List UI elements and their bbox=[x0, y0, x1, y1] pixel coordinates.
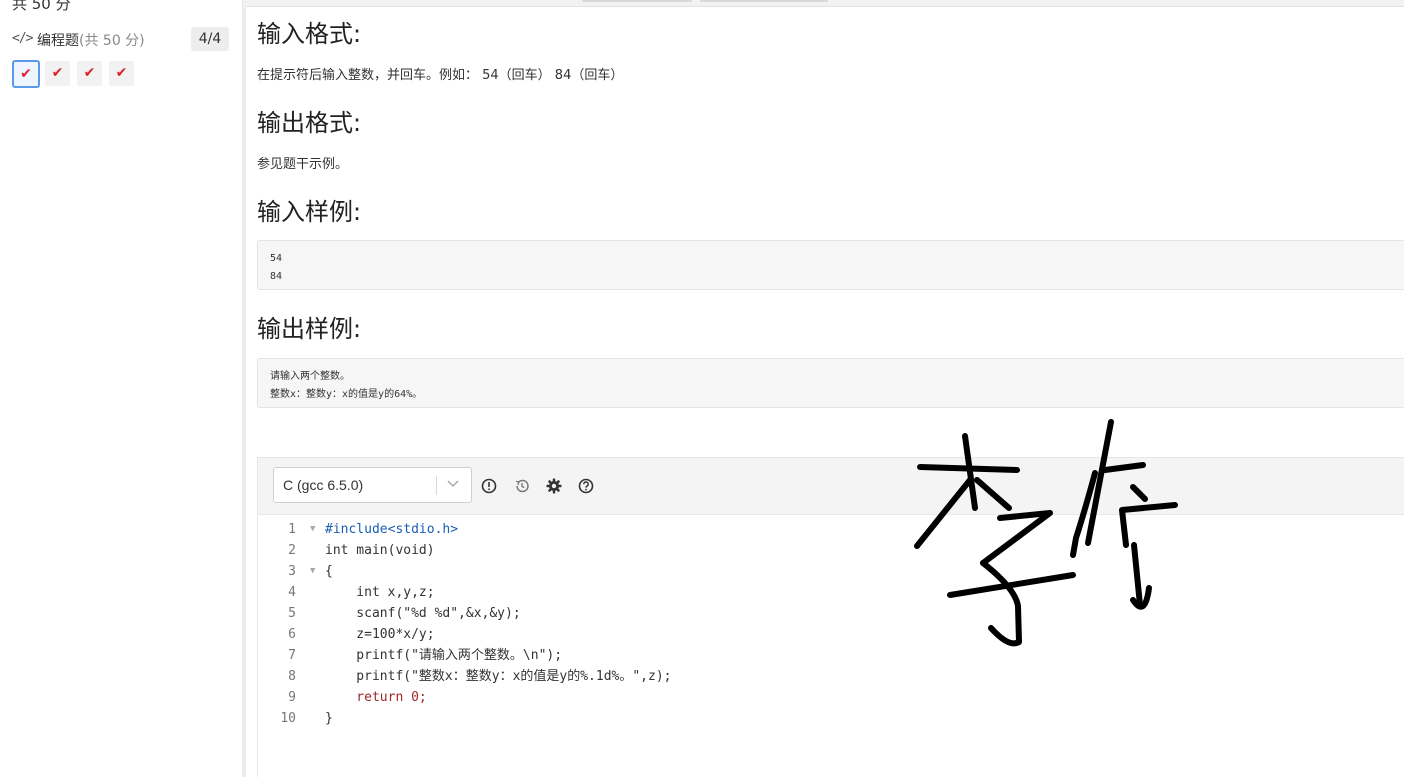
top-tab[interactable] bbox=[582, 0, 692, 2]
question-2-button[interactable]: ✔ bbox=[45, 61, 70, 86]
top-tab[interactable] bbox=[700, 0, 828, 2]
editor-toolbar: C (gcc 6.5.0) bbox=[258, 458, 1404, 515]
code-text: scanf("%d %d",&x,&y); bbox=[325, 606, 521, 621]
code-text: { bbox=[325, 564, 333, 579]
code-line: 5 scanf("%d %d",&x,&y); bbox=[258, 603, 1404, 624]
code-line: 9 return 0; bbox=[258, 687, 1404, 708]
input-format-text: 在提示符后输入整数，并回车。例如： 54（回车） 84（回车） bbox=[257, 68, 624, 83]
question-4-button[interactable]: ✔ bbox=[109, 61, 134, 86]
code-line: 2 int main(void) bbox=[258, 540, 1404, 561]
help-circle-icon[interactable] bbox=[577, 477, 595, 495]
chevron-down-icon bbox=[447, 480, 459, 488]
sample-output-block: 请输入两个整数。 整数x：整数y：x的值是y的64%。 bbox=[257, 358, 1404, 408]
sample-input-line: 54 bbox=[270, 253, 283, 264]
fold-toggle-icon[interactable]: ▼ bbox=[310, 561, 315, 582]
problem-content: 输入格式: 在提示符后输入整数，并回车。例如： 54（回车） 84（回车） 输出… bbox=[246, 6, 1404, 777]
section-header-programming[interactable]: </> 编程题(共 50 分) 4/4 bbox=[12, 27, 230, 52]
line-number: 4 bbox=[288, 585, 296, 600]
line-number: 2 bbox=[288, 543, 296, 558]
check-icon: ✔ bbox=[83, 65, 96, 81]
code-line: 1 ▼ #include<stdio.h> bbox=[258, 519, 1404, 540]
check-icon: ✔ bbox=[20, 66, 32, 82]
line-number: 6 bbox=[288, 627, 296, 642]
output-format-text: 参见题干示例。 bbox=[257, 157, 349, 172]
history-icon[interactable] bbox=[513, 477, 531, 495]
code-area[interactable]: 1 ▼ #include<stdio.h> 2 int main(void) 3… bbox=[258, 515, 1404, 777]
code-editor: C (gcc 6.5.0) 1 ▼ #include<stdio.h> 2 in… bbox=[257, 457, 1404, 777]
section-progress-badge: 4/4 bbox=[191, 27, 229, 51]
line-number: 3 bbox=[288, 564, 296, 579]
output-format-heading: 输出格式: bbox=[257, 109, 362, 137]
sample-output-heading: 输出样例: bbox=[257, 315, 362, 343]
line-number: 8 bbox=[288, 669, 296, 684]
line-number: 1 bbox=[288, 522, 296, 537]
code-text: return 0; bbox=[325, 690, 427, 705]
sample-input-line: 84 bbox=[270, 271, 283, 282]
language-select[interactable]: C (gcc 6.5.0) bbox=[273, 467, 472, 503]
question-1-button[interactable]: ✔ bbox=[12, 60, 40, 88]
line-number: 10 bbox=[280, 711, 296, 726]
question-3-button[interactable]: ✔ bbox=[77, 61, 102, 86]
code-line: 7 printf("请输入两个整数。\n"); bbox=[258, 645, 1404, 666]
language-label: C (gcc 6.5.0) bbox=[283, 477, 364, 493]
input-format-heading: 输入格式: bbox=[257, 20, 362, 48]
code-line: 10 } bbox=[258, 708, 1404, 729]
line-number: 9 bbox=[288, 690, 296, 705]
check-icon: ✔ bbox=[115, 65, 128, 81]
check-icon: ✔ bbox=[51, 65, 64, 81]
sample-input-block: 54 84 bbox=[257, 240, 1404, 290]
code-text: #include<stdio.h> bbox=[325, 522, 459, 537]
alert-circle-icon[interactable] bbox=[480, 477, 498, 495]
fold-toggle-icon[interactable]: ▼ bbox=[310, 519, 315, 540]
section-title: 编程题(共 50 分) bbox=[37, 33, 145, 49]
code-text: } bbox=[325, 711, 333, 726]
sample-output-line: 整数x：整数y：x的值是y的64%。 bbox=[270, 389, 423, 400]
sidebar: 共 50 分 </> 编程题(共 50 分) 4/4 ✔ ✔ ✔ ✔ bbox=[0, 0, 243, 777]
code-text: z=100*x/y; bbox=[325, 627, 435, 642]
code-line: 6 z=100*x/y; bbox=[258, 624, 1404, 645]
code-text: printf("请输入两个整数。\n"); bbox=[325, 648, 563, 663]
gear-icon[interactable] bbox=[545, 477, 563, 495]
code-text: printf("整数x：整数y：x的值是y的%.1d%。",z); bbox=[325, 669, 672, 684]
handwritten-signature bbox=[914, 419, 1178, 647]
code-line: 4 int x,y,z; bbox=[258, 582, 1404, 603]
code-line: 8 printf("整数x：整数y：x的值是y的%.1d%。",z); bbox=[258, 666, 1404, 687]
code-icon: </> bbox=[12, 31, 34, 46]
sample-input-heading: 输入样例: bbox=[257, 198, 362, 226]
code-text: int x,y,z; bbox=[325, 585, 435, 600]
line-number: 5 bbox=[288, 606, 296, 621]
code-text: int main(void) bbox=[325, 543, 435, 558]
select-divider bbox=[436, 476, 437, 495]
total-score: 共 50 分 bbox=[12, 0, 71, 13]
code-line: 3 ▼ { bbox=[258, 561, 1404, 582]
line-number: 7 bbox=[288, 648, 296, 663]
sample-output-line: 请输入两个整数。 bbox=[270, 371, 350, 382]
